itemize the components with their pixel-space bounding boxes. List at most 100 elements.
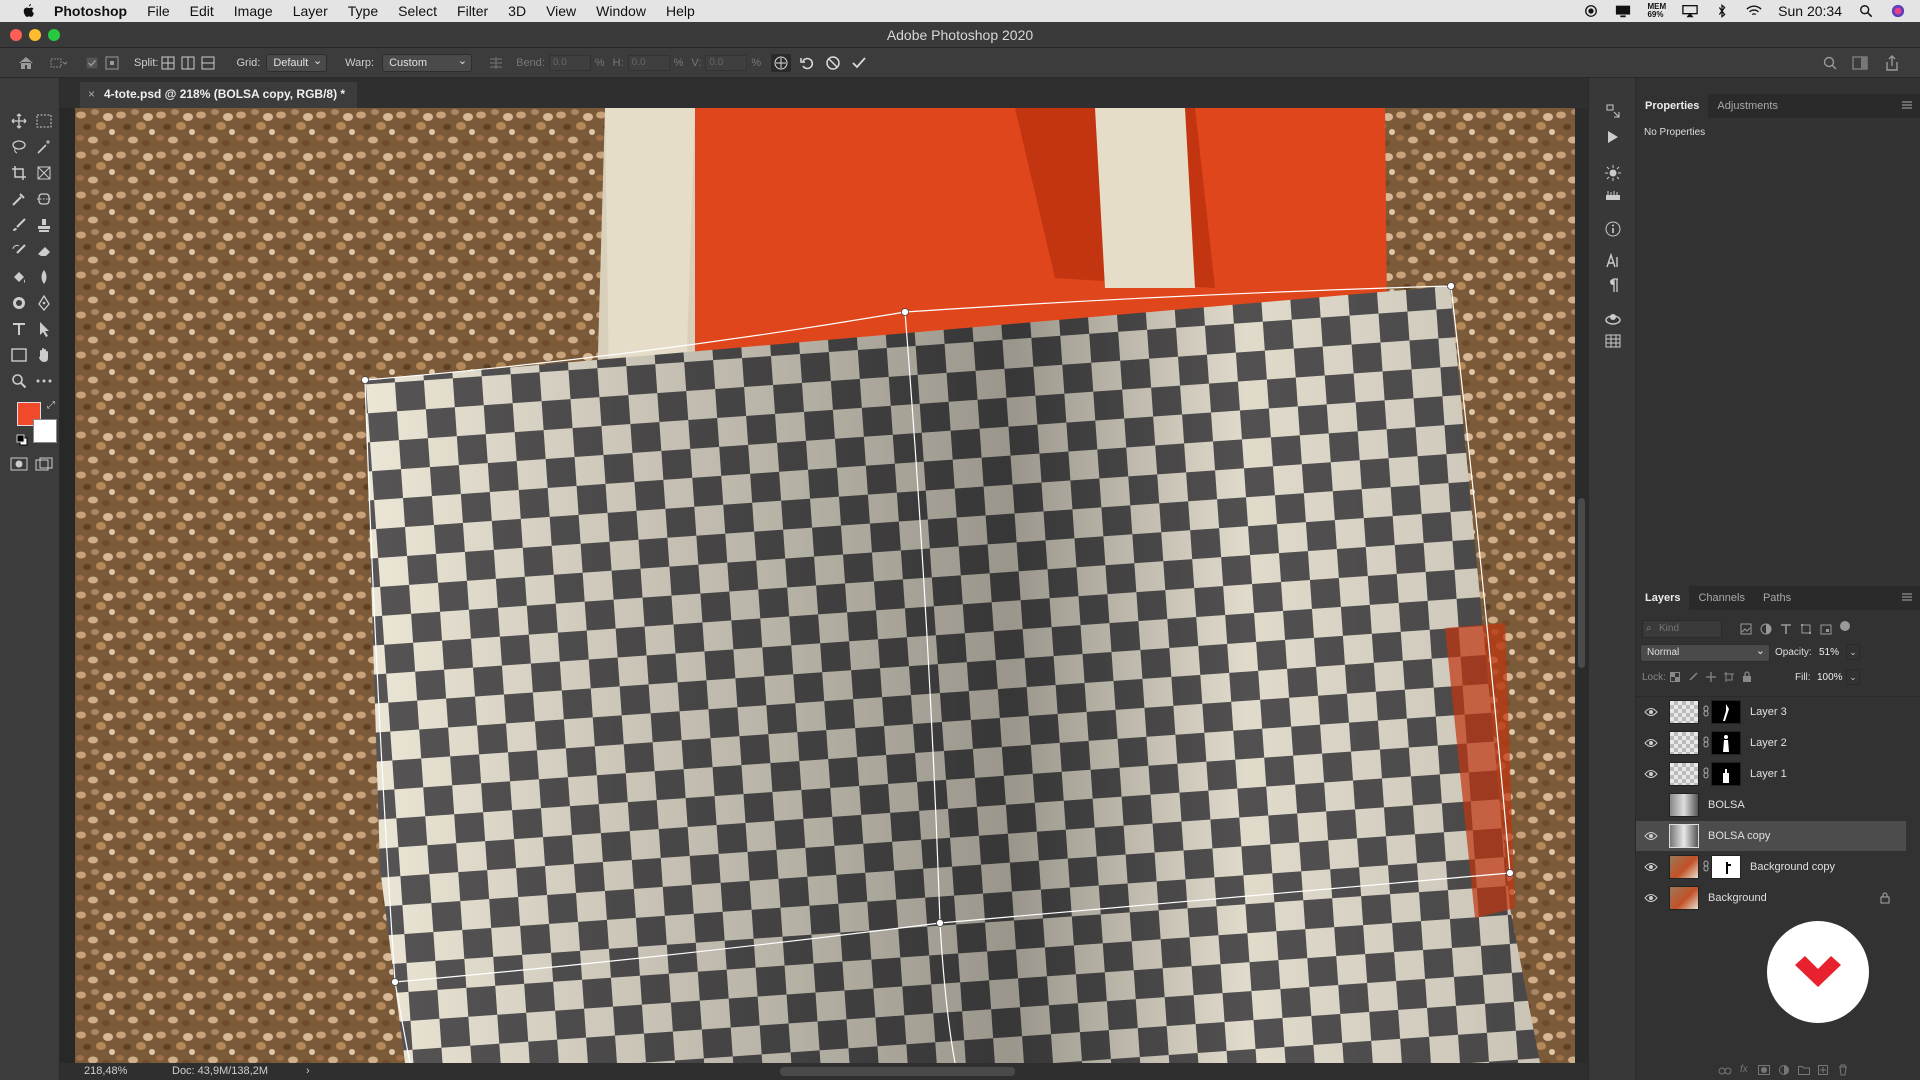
- menu-image[interactable]: Image: [234, 3, 273, 19]
- minimize-window-button[interactable]: [29, 29, 41, 41]
- menu-layer[interactable]: Layer: [293, 3, 328, 19]
- new-layer-icon[interactable]: [1818, 1065, 1828, 1075]
- layer-thumbnail[interactable]: [1669, 762, 1699, 786]
- layer-mask-thumbnail[interactable]: [1711, 700, 1741, 724]
- warp-select[interactable]: Custom: [382, 53, 473, 72]
- toggle-warp-mesh-icon[interactable]: [771, 53, 792, 72]
- link-layers-icon[interactable]: [1718, 1066, 1732, 1076]
- reset-warp-icon[interactable]: [797, 54, 817, 72]
- pen-tool-icon[interactable]: [32, 292, 56, 314]
- dodge-tool-icon[interactable]: [7, 292, 31, 314]
- vertical-scroll-thumb[interactable]: [1578, 498, 1585, 668]
- workspace-icon[interactable]: [1850, 54, 1870, 72]
- lock-all-icon[interactable]: [1742, 671, 1752, 683]
- menu-select[interactable]: Select: [398, 3, 437, 19]
- layer-row[interactable]: BOLSA: [1636, 790, 1906, 820]
- spot-healing-tool-icon[interactable]: [32, 188, 56, 210]
- airplay-icon[interactable]: [1682, 4, 1698, 18]
- h-field[interactable]: 0.0: [627, 54, 670, 71]
- layer-name[interactable]: Background: [1708, 883, 1767, 913]
- split-vertical-icon[interactable]: [178, 54, 198, 72]
- filter-type-icon[interactable]: [1780, 623, 1792, 635]
- history-brush-tool-icon[interactable]: [7, 240, 31, 262]
- vertical-scrollbar[interactable]: [1575, 108, 1588, 1063]
- status-menu-arrow[interactable]: ›: [306, 1063, 310, 1080]
- type-tool-icon[interactable]: [7, 318, 31, 340]
- layer-name[interactable]: BOLSA copy: [1708, 821, 1770, 851]
- menu-window[interactable]: Window: [596, 3, 646, 19]
- visibility-eye-icon[interactable]: [1644, 861, 1658, 873]
- background-color-swatch[interactable]: [33, 419, 57, 443]
- magic-wand-tool-icon[interactable]: [32, 136, 56, 158]
- filter-smart-object-icon[interactable]: [1820, 623, 1832, 635]
- mask-link-icon[interactable]: [1703, 860, 1709, 872]
- document-tab[interactable]: × 4-tote.psd @ 218% (BOLSA copy, RGB/8) …: [80, 82, 358, 108]
- frame-tool-icon[interactable]: [32, 162, 56, 184]
- layer-lock-icon[interactable]: [1880, 892, 1890, 904]
- tab-adjustments[interactable]: Adjustments: [1708, 94, 1787, 118]
- default-colors-icon[interactable]: [16, 433, 28, 446]
- layer-thumbnail[interactable]: [1669, 824, 1699, 848]
- share-icon[interactable]: [1882, 54, 1902, 72]
- clock[interactable]: Sun 20:34: [1778, 3, 1842, 19]
- apple-icon[interactable]: [20, 3, 36, 19]
- memory-indicator[interactable]: MEM 69%: [1647, 3, 1666, 19]
- layer-name[interactable]: BOLSA: [1708, 790, 1745, 820]
- eyedropper-tool-icon[interactable]: [7, 188, 31, 210]
- close-window-button[interactable]: [10, 29, 22, 41]
- wifi-icon[interactable]: [1746, 4, 1762, 18]
- layer-thumbnail[interactable]: [1669, 700, 1699, 724]
- opacity-dropdown-icon[interactable]: ⌄: [1846, 644, 1860, 660]
- filter-adjustment-icon[interactable]: [1760, 623, 1772, 635]
- layer-style-fx-icon[interactable]: fx: [1740, 1064, 1748, 1075]
- measurement-icon[interactable]: [1601, 184, 1625, 206]
- mask-link-icon[interactable]: [1703, 767, 1709, 779]
- layer-name[interactable]: Layer 1: [1750, 759, 1787, 789]
- tab-layers[interactable]: Layers: [1636, 586, 1690, 610]
- 3d-panel-icon[interactable]: [1601, 308, 1625, 330]
- layers-panel-menu-icon[interactable]: [1902, 592, 1912, 602]
- image-canvas[interactable]: [75, 108, 1575, 1063]
- visibility-toggle-empty[interactable]: [1644, 799, 1658, 811]
- reference-point-grid-icon[interactable]: [102, 54, 122, 72]
- move-tool-icon[interactable]: [7, 110, 31, 132]
- history-panel-icon[interactable]: [1601, 100, 1625, 122]
- path-selection-tool-icon[interactable]: [32, 318, 56, 340]
- home-icon[interactable]: [16, 54, 36, 72]
- visibility-eye-icon[interactable]: [1644, 768, 1658, 780]
- menu-type[interactable]: Type: [348, 3, 378, 19]
- lock-transparent-icon[interactable]: [1670, 672, 1680, 682]
- layer-row[interactable]: Background copy: [1636, 852, 1906, 882]
- split-horizontal-icon[interactable]: [198, 54, 218, 72]
- menu-3d[interactable]: 3D: [508, 3, 526, 19]
- record-icon[interactable]: [1583, 4, 1599, 18]
- lock-image-pixels-icon[interactable]: [1688, 672, 1698, 682]
- info-icon[interactable]: [1601, 218, 1625, 240]
- layer-name[interactable]: Background copy: [1750, 852, 1835, 882]
- menu-help[interactable]: Help: [666, 3, 695, 19]
- table-panel-icon[interactable]: [1601, 330, 1625, 352]
- more-tools-icon[interactable]: [32, 370, 56, 392]
- zoom-window-button[interactable]: [48, 29, 60, 41]
- blur-tool-icon[interactable]: [32, 266, 56, 288]
- layer-name[interactable]: Layer 3: [1750, 697, 1787, 727]
- layer-row[interactable]: Layer 3: [1636, 697, 1906, 727]
- layer-row[interactable]: Layer 2: [1636, 728, 1906, 758]
- tab-properties[interactable]: Properties: [1636, 94, 1709, 118]
- reference-point-checkbox[interactable]: [82, 54, 102, 72]
- character-panel-icon[interactable]: [1601, 250, 1625, 272]
- filter-shape-icon[interactable]: [1800, 623, 1812, 635]
- spotlight-search-icon[interactable]: [1858, 4, 1874, 18]
- blend-mode-select[interactable]: Normal: [1640, 643, 1770, 662]
- grid-select[interactable]: Default: [266, 53, 328, 72]
- search-icon[interactable]: [1820, 54, 1840, 72]
- visibility-eye-icon[interactable]: [1644, 892, 1658, 904]
- layer-thumbnail[interactable]: [1669, 886, 1699, 910]
- bend-field[interactable]: 0.0: [548, 54, 591, 71]
- tool-preset-icon[interactable]: [48, 54, 68, 72]
- close-document-icon[interactable]: ×: [88, 82, 95, 106]
- layer-row[interactable]: Background: [1636, 883, 1906, 913]
- paragraph-panel-icon[interactable]: [1601, 274, 1625, 296]
- layer-row[interactable]: Layer 1: [1636, 759, 1906, 789]
- layer-thumbnail[interactable]: [1669, 855, 1699, 879]
